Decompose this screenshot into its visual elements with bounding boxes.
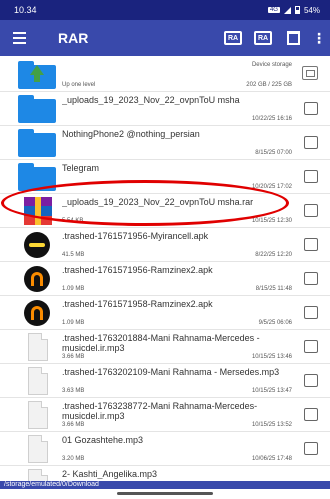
item-size: 1.09 MB xyxy=(62,320,85,326)
item-name: 2- Kashti_Angelika.mp3 xyxy=(62,469,158,479)
folder-icon xyxy=(18,163,56,191)
select-checkbox[interactable] xyxy=(304,408,318,421)
item-size: 41.5 MB xyxy=(62,252,85,258)
item-date: 8/22/25 12:20 xyxy=(255,252,292,258)
list-item[interactable]: 01 Gozashtehe.mp3 3.20 MB 10/06/25 17:48 xyxy=(0,432,330,466)
app-title: RAR xyxy=(58,30,89,46)
status-icons: 4G 54% xyxy=(267,5,320,15)
apk-icon xyxy=(18,231,56,259)
navigation-bar xyxy=(0,489,330,499)
select-checkbox[interactable] xyxy=(304,204,318,217)
list-item-up-one-level[interactable]: Up one level Device storage 202 GB / 225… xyxy=(0,58,330,92)
rar-file-icon xyxy=(18,197,56,225)
select-checkbox[interactable] xyxy=(304,136,318,149)
list-item[interactable]: .trashed-1763202109-Mani Rahnama - Merse… xyxy=(0,364,330,398)
list-item[interactable]: 2- Kashti_Angelika.mp3 xyxy=(0,466,330,481)
item-date: 10/22/25 16:16 xyxy=(251,116,292,122)
item-name: .trashed-1761571956-Myirancell.apk xyxy=(62,231,209,241)
item-date: 10/15/25 13:47 xyxy=(251,388,292,394)
item-name: NothingPhone2 @nothing_persian xyxy=(62,129,200,139)
status-time: 10.34 xyxy=(14,5,37,15)
select-checkbox[interactable] xyxy=(304,340,318,353)
audio-file-icon xyxy=(18,367,56,395)
status-bar: 10.34 4G 54% xyxy=(0,0,330,20)
select-checkbox[interactable] xyxy=(304,272,318,285)
folder-icon xyxy=(18,129,56,157)
item-date: 8/15/25 11:48 xyxy=(255,286,292,292)
item-name: .trashed-1763202109-Mani Rahnama - Merse… xyxy=(62,367,280,377)
select-checkbox[interactable] xyxy=(304,374,318,387)
item-name: .trashed-1761571956-Ramzinex2.apk xyxy=(62,265,213,275)
item-name: _uploads_19_2023_Nov_22_ovpnToU msha.rar xyxy=(62,197,254,207)
audio-file-icon xyxy=(18,435,56,463)
item-name: .trashed-1763201884-Mani Rahnama-Mercede… xyxy=(62,333,260,353)
item-date: 10/15/25 13:52 xyxy=(251,422,292,428)
select-checkbox[interactable] xyxy=(304,306,318,319)
list-item[interactable]: Telegram 10/20/25 17:02 xyxy=(0,160,330,194)
item-date: 10/15/25 12:30 xyxy=(251,218,292,224)
list-item[interactable]: .trashed-1763238772-Mani Rahnama-Mercede… xyxy=(0,398,330,432)
list-item[interactable]: .trashed-1761571958-Ramzinex2.apk 1.09 M… xyxy=(0,296,330,330)
home-gesture-handle[interactable] xyxy=(117,492,213,495)
select-checkbox[interactable] xyxy=(304,238,318,251)
more-options-icon[interactable]: ⋮ xyxy=(308,20,330,56)
folder-up-icon xyxy=(18,61,56,89)
storage-label: Device storage xyxy=(251,62,292,68)
audio-file-icon xyxy=(18,401,56,429)
folder-icon xyxy=(18,95,56,123)
item-date: 10/20/25 17:02 xyxy=(251,184,292,190)
signal-icon xyxy=(283,6,291,14)
item-size: 1.09 MB xyxy=(62,286,85,292)
list-item[interactable]: _uploads_19_2023_Nov_22_ovpnToU msha.rar… xyxy=(0,194,330,228)
item-size: 3.63 MB xyxy=(62,388,85,394)
item-date: 9/5/25 06:06 xyxy=(258,320,292,326)
add-to-archive-button[interactable]: RA xyxy=(218,20,248,56)
item-size: 3.66 MB xyxy=(62,422,85,428)
network-type: 4G xyxy=(267,7,280,13)
item-date: 10/06/25 17:48 xyxy=(251,456,292,462)
list-item[interactable]: _uploads_19_2023_Nov_22_ovpnToU msha 10/… xyxy=(0,92,330,126)
archive-icon: RA xyxy=(224,31,242,45)
item-name: .trashed-1761571958-Ramzinex2.apk xyxy=(62,299,213,309)
item-subtitle: Up one level xyxy=(62,82,96,88)
item-size: 3.20 MB xyxy=(62,456,85,462)
view-mode-icon[interactable] xyxy=(302,66,318,80)
item-date: 8/15/25 07:00 xyxy=(255,150,292,156)
item-name: Telegram xyxy=(62,163,100,173)
item-name: _uploads_19_2023_Nov_22_ovpnToU msha xyxy=(62,95,240,105)
battery-icon xyxy=(294,6,300,14)
apk-icon xyxy=(18,265,56,293)
item-date: 10/15/25 13:46 xyxy=(251,354,292,360)
apk-icon xyxy=(18,299,56,327)
app-toolbar: RAR RA RA ⋮ xyxy=(0,20,330,56)
list-item[interactable]: .trashed-1763201884-Mani Rahnama-Mercede… xyxy=(0,330,330,364)
current-path: /storage/emulated/0/Download xyxy=(0,481,330,489)
list-item[interactable]: .trashed-1761571956-Ramzinex2.apk 1.09 M… xyxy=(0,262,330,296)
list-item[interactable]: NothingPhone2 @nothing_persian 8/15/25 0… xyxy=(0,126,330,160)
select-checkbox[interactable] xyxy=(304,102,318,115)
delete-button[interactable] xyxy=(278,20,308,56)
list-item[interactable]: .trashed-1761571956-Myirancell.apk 41.5 … xyxy=(0,228,330,262)
audio-file-icon xyxy=(18,469,56,481)
item-size: 3.66 MB xyxy=(62,354,85,360)
trash-icon xyxy=(286,31,300,45)
audio-file-icon xyxy=(18,333,56,361)
item-size: 5.54 KB xyxy=(62,218,84,224)
battery-level: 54% xyxy=(303,5,320,15)
select-checkbox[interactable] xyxy=(304,170,318,183)
select-checkbox[interactable] xyxy=(304,442,318,455)
item-name: .trashed-1763238772-Mani Rahnama-Mercede… xyxy=(62,401,258,421)
extract-icon: RA xyxy=(254,31,272,45)
item-name: 01 Gozashtehe.mp3 xyxy=(62,435,144,445)
menu-icon[interactable] xyxy=(0,20,38,56)
storage-usage: 202 GB / 225 GB xyxy=(246,82,292,88)
extract-button[interactable]: RA xyxy=(248,20,278,56)
